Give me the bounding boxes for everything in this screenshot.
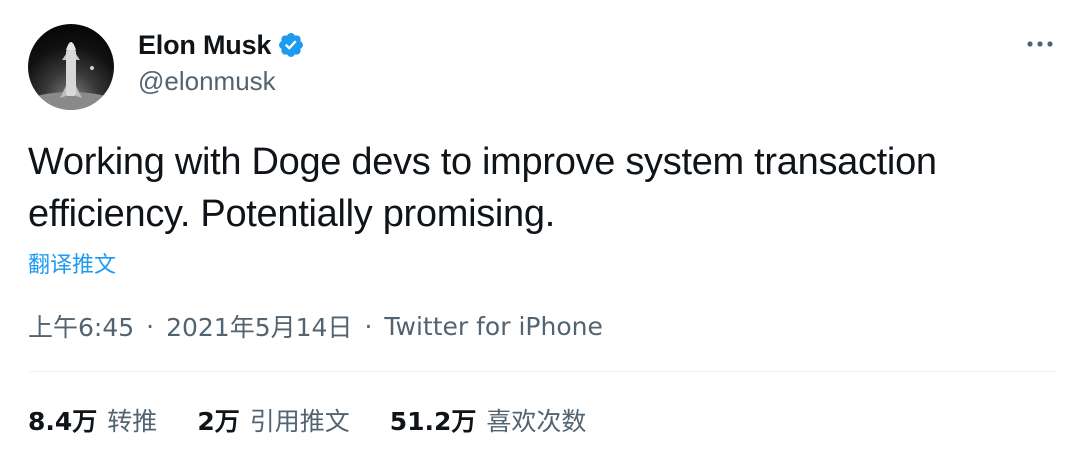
tweet-metadata: 上午6:45 · 2021年5月14日 · Twitter for iPhone (28, 308, 603, 344)
tweet-card: Elon Musk @elonmusk Working with Doge de… (0, 0, 1080, 467)
tweet-stats: 8.4万 转推 2万 引用推文 51.2万 喜欢次数 (28, 402, 626, 438)
tweet-text: Working with Doge devs to improve system… (28, 141, 937, 235)
retweets-label: 转推 (107, 407, 158, 436)
translate-tweet-link[interactable]: 翻译推文 (28, 247, 116, 279)
separator-dot: · (364, 311, 373, 341)
retweets-count: 8.4万 (28, 407, 98, 436)
author-display-name[interactable]: Elon Musk (138, 30, 271, 61)
quotes-label: 引用推文 (249, 407, 350, 436)
likes-stat[interactable]: 51.2万 喜欢次数 (390, 402, 587, 438)
separator-dot: · (146, 311, 155, 341)
tweet-date[interactable]: 2021年5月14日 (166, 308, 352, 344)
quotes-stat[interactable]: 2万 引用推文 (197, 402, 349, 438)
verified-badge-icon (277, 31, 305, 59)
tweet-time[interactable]: 上午6:45 (28, 308, 134, 344)
divider (28, 371, 1056, 372)
tweet-source[interactable]: Twitter for iPhone (384, 312, 602, 341)
quotes-count: 2万 (197, 407, 240, 436)
starship-icon (28, 42, 114, 110)
retweets-stat[interactable]: 8.4万 转推 (28, 402, 157, 438)
author-handle[interactable]: @elonmusk (138, 66, 276, 97)
likes-label: 喜欢次数 (486, 407, 587, 436)
likes-count: 51.2万 (389, 407, 477, 436)
avatar[interactable] (28, 24, 114, 110)
more-options-icon[interactable] (1024, 34, 1056, 54)
author-name-row: Elon Musk (138, 28, 305, 62)
